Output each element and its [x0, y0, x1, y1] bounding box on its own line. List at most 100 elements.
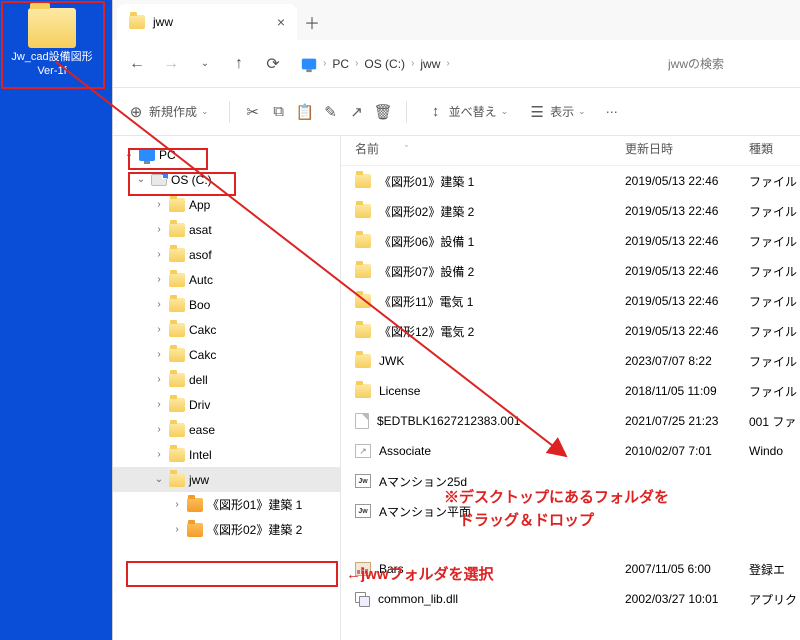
- list-row[interactable]: 《図形01》建築 1 2019/05/13 22:46 ファイル: [341, 166, 800, 196]
- chevron-right-icon[interactable]: ›: [171, 499, 183, 510]
- col-name-header[interactable]: 名前ˇ: [355, 140, 625, 157]
- share-icon[interactable]: ↗: [348, 103, 366, 121]
- folder-icon: [355, 264, 371, 278]
- desktop-folder[interactable]: Jw_cad設備図形Ver-1f: [6, 8, 98, 79]
- folder-icon: [187, 523, 203, 537]
- more-button[interactable]: ⋯: [600, 101, 624, 123]
- file-date: 2019/05/13 22:46: [625, 234, 749, 248]
- paste-icon[interactable]: 📋: [296, 103, 314, 121]
- file-name: $EDTBLK1627212383.001: [377, 414, 520, 428]
- chevron-right-icon[interactable]: ›: [153, 324, 165, 335]
- crumb-folder[interactable]: jww: [420, 57, 440, 71]
- tree-drive[interactable]: ⌄OS (C:): [113, 167, 340, 192]
- view-button[interactable]: ☰表示⌄: [522, 99, 592, 125]
- file-name: 《図形06》設備 1: [379, 233, 474, 250]
- tree-item[interactable]: ›dell: [113, 367, 340, 392]
- file-list[interactable]: 名前ˇ 更新日時 種類 《図形01》建築 1 2019/05/13 22:46 …: [341, 136, 800, 640]
- folder-icon: [169, 398, 185, 412]
- back-button[interactable]: ←: [123, 50, 151, 78]
- chevron-down-icon[interactable]: ⌄: [153, 474, 165, 485]
- list-row[interactable]: JwAマンション25d: [341, 466, 800, 496]
- chevron-right-icon[interactable]: ›: [153, 224, 165, 235]
- chevron-right-icon[interactable]: ›: [153, 349, 165, 360]
- list-row[interactable]: $EDTBLK1627212383.001 2021/07/25 21:23 0…: [341, 406, 800, 436]
- list-row[interactable]: 《図形06》設備 1 2019/05/13 22:46 ファイル: [341, 226, 800, 256]
- dll-icon: [355, 592, 370, 607]
- file-type: ファイル: [749, 263, 800, 280]
- folder-icon: [169, 323, 185, 337]
- file-name: 《図形02》建築 2: [379, 203, 474, 220]
- list-row: [341, 526, 800, 554]
- tree-view[interactable]: ⌄PC ⌄OS (C:) ›App›asat›asof›Autc›Boo›Cak…: [113, 136, 341, 640]
- list-row[interactable]: 《図形07》設備 2 2019/05/13 22:46 ファイル: [341, 256, 800, 286]
- list-row[interactable]: JwAマンション平面: [341, 496, 800, 526]
- tree-item[interactable]: ›ease: [113, 417, 340, 442]
- tree-item-label: 《図形01》建築 1: [207, 496, 302, 513]
- list-row[interactable]: Bars 2007/11/05 6:00 登録エ: [341, 554, 800, 584]
- tree-item[interactable]: ›《図形02》建築 2: [113, 517, 340, 542]
- cut-icon[interactable]: ✂: [244, 103, 262, 121]
- file-name: License: [379, 384, 420, 398]
- tree-item[interactable]: ›Driv: [113, 392, 340, 417]
- chevron-right-icon[interactable]: ›: [153, 449, 165, 460]
- divider: [406, 101, 407, 123]
- new-button[interactable]: ⊕新規作成⌄: [121, 99, 215, 125]
- forward-button[interactable]: →: [157, 50, 185, 78]
- chevron-down-icon[interactable]: ⌄: [123, 149, 135, 160]
- tree-jww[interactable]: ⌄jww: [113, 467, 340, 492]
- tree-item[interactable]: › 《図形01》建築 1: [113, 492, 340, 517]
- sort-button[interactable]: ↕並べ替え⌄: [421, 99, 515, 124]
- list-row[interactable]: JWK 2023/07/07 8:22 ファイル: [341, 346, 800, 376]
- chevron-right-icon[interactable]: ›: [153, 299, 165, 310]
- bars-icon: [355, 562, 371, 576]
- file-date: 2018/11/05 11:09: [625, 384, 749, 398]
- tree-item[interactable]: ›Boo: [113, 292, 340, 317]
- tree-pc[interactable]: ⌄PC: [113, 142, 340, 167]
- chevron-down-icon: ⌄: [501, 106, 509, 117]
- list-row[interactable]: 《図形11》電気 1 2019/05/13 22:46 ファイル: [341, 286, 800, 316]
- tree-item[interactable]: ›asat: [113, 217, 340, 242]
- delete-icon[interactable]: 🗑: [374, 103, 392, 121]
- chevron-down-icon[interactable]: ⌄: [191, 50, 219, 78]
- breadcrumb[interactable]: › PC › OS (C:) › jww ›: [293, 51, 458, 77]
- new-tab-button[interactable]: ＋: [297, 4, 327, 40]
- crumb-pc[interactable]: PC: [332, 57, 349, 71]
- tab-jww[interactable]: jww ×: [117, 4, 297, 40]
- file-name: JWK: [379, 354, 404, 368]
- chevron-right-icon[interactable]: ›: [153, 199, 165, 210]
- col-type-header[interactable]: 種類: [749, 140, 800, 157]
- tree-item[interactable]: ›Cakc: [113, 317, 340, 342]
- chevron-right-icon[interactable]: ›: [153, 399, 165, 410]
- rename-icon[interactable]: ✎: [322, 103, 340, 121]
- folder-icon: [169, 248, 185, 262]
- tree-item[interactable]: ›App: [113, 192, 340, 217]
- file-type: 登録エ: [749, 561, 800, 578]
- up-button[interactable]: ↑: [225, 50, 253, 78]
- list-row[interactable]: common_lib.dll 2002/03/27 10:01 アプリク: [341, 584, 800, 614]
- tree-item[interactable]: ›asof: [113, 242, 340, 267]
- chevron-right-icon[interactable]: ›: [153, 274, 165, 285]
- chevron-right-icon: ›: [446, 58, 449, 69]
- drive-icon: [151, 174, 167, 186]
- chevron-right-icon[interactable]: ›: [153, 374, 165, 385]
- list-row[interactable]: 《図形12》電気 2 2019/05/13 22:46 ファイル: [341, 316, 800, 346]
- chevron-right-icon[interactable]: ›: [153, 424, 165, 435]
- tree-item[interactable]: ›Autc: [113, 267, 340, 292]
- chevron-down-icon[interactable]: ⌄: [135, 174, 147, 185]
- col-date-header[interactable]: 更新日時: [625, 140, 749, 157]
- copy-icon[interactable]: ⧉: [270, 103, 288, 120]
- tree-item[interactable]: ›Cakc: [113, 342, 340, 367]
- file-icon: [355, 413, 369, 429]
- list-row[interactable]: License 2018/11/05 11:09 ファイル: [341, 376, 800, 406]
- tab-close-icon[interactable]: ×: [277, 14, 285, 30]
- crumb-drive[interactable]: OS (C:): [364, 57, 405, 71]
- list-row[interactable]: 《図形02》建築 2 2019/05/13 22:46 ファイル: [341, 196, 800, 226]
- folder-icon: [169, 448, 185, 462]
- search-input[interactable]: [660, 51, 790, 77]
- list-row[interactable]: ↗Associate 2010/02/07 7:01 Windo: [341, 436, 800, 466]
- refresh-button[interactable]: ⟳: [259, 50, 287, 78]
- chevron-right-icon[interactable]: ›: [171, 524, 183, 535]
- tree-item[interactable]: ›Intel: [113, 442, 340, 467]
- file-date: 2019/05/13 22:46: [625, 174, 749, 188]
- chevron-right-icon[interactable]: ›: [153, 249, 165, 260]
